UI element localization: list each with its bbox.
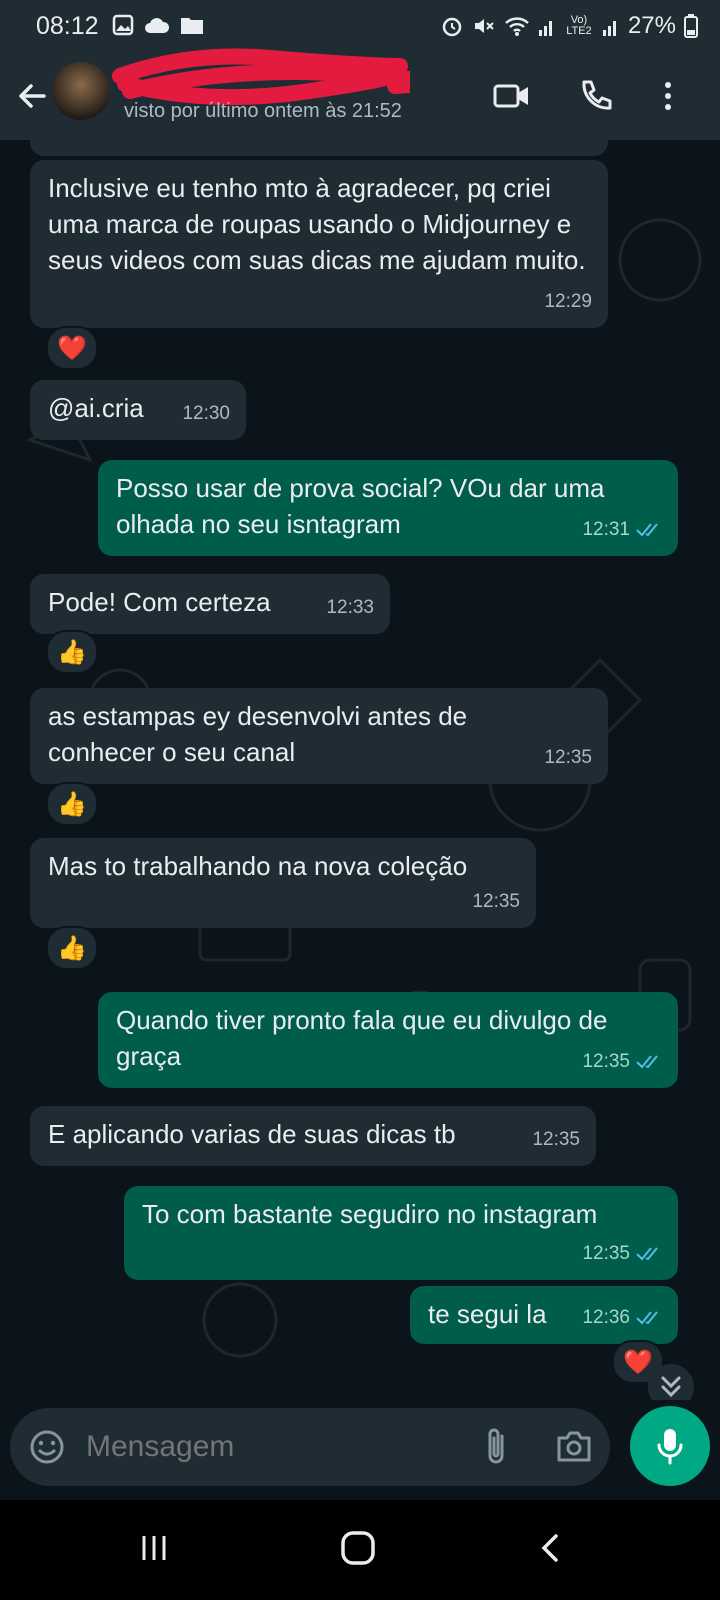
mute-icon bbox=[474, 19, 494, 33]
composer-bar bbox=[0, 1400, 720, 1500]
message-bubble-incoming[interactable]: as estampas ey desenvolvi antes de conhe… bbox=[30, 688, 608, 784]
message-time: 12:36 bbox=[582, 1307, 630, 1328]
message-bubble-partial[interactable] bbox=[30, 140, 608, 156]
message-text: Quando tiver pronto fala que eu divulgo … bbox=[116, 1005, 608, 1071]
status-time: 08:12 bbox=[36, 12, 99, 40]
attach-icon[interactable] bbox=[482, 1426, 512, 1468]
reaction-badge[interactable]: 👍 bbox=[46, 782, 98, 826]
message-input[interactable] bbox=[84, 1426, 468, 1468]
message-input-container[interactable] bbox=[10, 1408, 610, 1486]
message-time: 12:35 bbox=[544, 747, 592, 768]
cloud-icon bbox=[145, 18, 170, 33]
message-bubble-outgoing[interactable]: te segui la 12:36 bbox=[410, 1286, 678, 1344]
avatar[interactable] bbox=[52, 62, 110, 120]
heart-reaction-icon: ❤️ bbox=[57, 334, 87, 362]
thumbs-up-reaction-icon: 👍 bbox=[57, 934, 87, 962]
chat-area[interactable]: Inclusive eu tenho mto à agradecer, pq c… bbox=[0, 140, 720, 1400]
thumbs-up-reaction-icon: 👍 bbox=[57, 638, 87, 666]
message-time: 12:35 bbox=[532, 1129, 580, 1150]
message-bubble-outgoing[interactable]: Quando tiver pronto fala que eu divulgo … bbox=[98, 992, 678, 1088]
home-icon[interactable] bbox=[338, 1528, 378, 1568]
folder-icon bbox=[181, 18, 203, 34]
read-receipt-icon bbox=[636, 523, 658, 537]
message-bubble-incoming[interactable]: Mas to trabalhando na nova coleção 12:35 bbox=[30, 838, 536, 928]
message-time: 12:30 bbox=[182, 403, 230, 424]
message-text: Mas to trabalhando na nova coleção bbox=[48, 851, 468, 881]
video-call-icon[interactable] bbox=[492, 76, 532, 116]
status-bar: 08:12 Vo) LTE2 27% bbox=[0, 0, 720, 52]
message-text: E aplicando varias de suas dicas tb bbox=[48, 1119, 456, 1149]
voice-call-icon[interactable] bbox=[576, 76, 616, 116]
system-nav-bar bbox=[0, 1500, 720, 1600]
message-bubble-incoming[interactable]: Inclusive eu tenho mto à agradecer, pq c… bbox=[30, 160, 608, 328]
more-options-icon[interactable] bbox=[648, 76, 688, 116]
message-text: Pode! Com certeza bbox=[48, 587, 271, 617]
contact-last-seen: visto por último ontem às 21:52 bbox=[124, 100, 402, 122]
read-receipt-icon bbox=[636, 1247, 658, 1261]
recents-icon[interactable] bbox=[136, 1530, 172, 1566]
message-bubble-outgoing[interactable]: To com bastante segudiro no instagram 12… bbox=[124, 1186, 678, 1280]
message-bubble-outgoing[interactable]: Posso usar de prova social? VOu dar uma … bbox=[98, 460, 678, 556]
signal-icon bbox=[602, 21, 616, 36]
voice-record-button[interactable] bbox=[630, 1406, 710, 1486]
back-arrow-icon[interactable] bbox=[14, 78, 50, 114]
camera-icon[interactable] bbox=[554, 1428, 594, 1466]
message-time: 12:33 bbox=[326, 597, 374, 618]
message-time: 12:35 bbox=[582, 1243, 630, 1264]
read-receipt-icon bbox=[636, 1311, 658, 1325]
battery-icon bbox=[684, 14, 698, 38]
nav-back-icon[interactable] bbox=[536, 1530, 566, 1566]
reaction-badge[interactable]: 👍 bbox=[46, 926, 98, 970]
emoji-icon[interactable] bbox=[28, 1428, 66, 1466]
alarm-icon bbox=[442, 17, 462, 37]
message-text: Inclusive eu tenho mto à agradecer, pq c… bbox=[48, 173, 586, 275]
message-text: as estampas ey desenvolvi antes de conhe… bbox=[48, 701, 468, 767]
reaction-badge[interactable]: ❤️ bbox=[46, 326, 98, 370]
wifi-icon bbox=[505, 17, 529, 36]
message-time: 12:31 bbox=[582, 519, 630, 540]
chat-header: 08 visto por último ontem às 21:52 bbox=[0, 48, 720, 140]
message-bubble-incoming[interactable]: @ai.cria 12:30 bbox=[30, 380, 246, 440]
signal-icon bbox=[538, 21, 552, 36]
battery-percent: 27% bbox=[627, 12, 676, 39]
message-time: 12:35 bbox=[582, 1051, 630, 1072]
redaction-scribble bbox=[112, 48, 410, 106]
thumbs-up-reaction-icon: 👍 bbox=[57, 790, 87, 818]
message-text: To com bastante segudiro no instagram bbox=[142, 1199, 598, 1229]
network-label: Vo) LTE2 bbox=[566, 14, 592, 37]
message-bubble-incoming[interactable]: E aplicando varias de suas dicas tb 12:3… bbox=[30, 1106, 596, 1166]
read-receipt-icon bbox=[636, 1055, 658, 1069]
message-time: 12:29 bbox=[544, 291, 592, 312]
message-time: 12:35 bbox=[472, 891, 520, 912]
image-icon bbox=[112, 14, 134, 36]
reaction-badge[interactable]: 👍 bbox=[46, 630, 98, 674]
mic-icon bbox=[657, 1429, 683, 1465]
message-bubble-incoming[interactable]: Pode! Com certeza 12:33 bbox=[30, 574, 390, 634]
